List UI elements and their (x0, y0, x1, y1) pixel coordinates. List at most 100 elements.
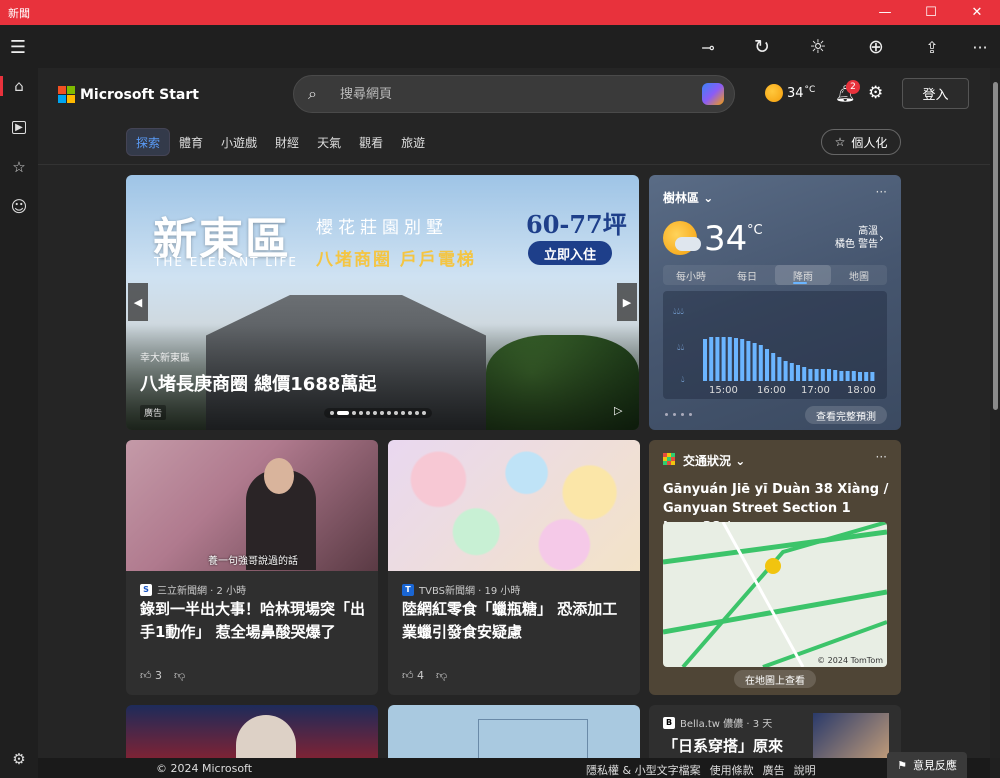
source-logo-icon: S (140, 583, 152, 596)
footer-link-0[interactable]: 隱私權 & 小型文字檔案 (586, 762, 701, 778)
rain-bars (703, 337, 875, 381)
divider (38, 164, 990, 165)
dislike-button[interactable]: 👎︎ (436, 669, 447, 682)
weather-tab-1[interactable]: 每日 (719, 265, 775, 285)
traffic-title[interactable]: 交通狀況 ⌄ (683, 452, 745, 469)
news-headline[interactable]: 陸網紅零食「蠟瓶糖」 恐添加工業蠟引發食安疑慮 (402, 598, 628, 644)
carousel-dot[interactable] (373, 411, 377, 415)
weather-pager[interactable] (665, 413, 692, 416)
close-button[interactable]: ✕ (954, 0, 1000, 25)
sidebar-item-emoji[interactable]: ☺ (0, 188, 38, 224)
scrollbar[interactable] (990, 68, 1000, 758)
carousel-dot[interactable] (366, 411, 370, 415)
nav-item-5[interactable]: 觀看 (350, 128, 392, 156)
carousel-dot[interactable] (337, 411, 349, 415)
rain-bar (777, 357, 782, 381)
like-button[interactable]: 👍︎ 4 (402, 669, 424, 682)
microsoft-start-logo[interactable]: Microsoft Start (58, 86, 199, 103)
weather-tab-0[interactable]: 每小時 (663, 265, 719, 285)
weather-location[interactable]: 樹林區 ⌄ (663, 189, 713, 206)
nav-item-3[interactable]: 財經 (266, 128, 308, 156)
weather-unit: °C (747, 223, 763, 238)
like-button[interactable]: 👍︎ 3 (140, 669, 162, 682)
view-on-map-button[interactable]: 在地圖上查看 (734, 670, 816, 688)
carousel-dot[interactable] (380, 411, 384, 415)
weather-more-icon[interactable]: ··· (876, 185, 887, 199)
globe-icon[interactable]: ⊕ (862, 33, 890, 61)
nav-item-1[interactable]: 體育 (170, 128, 212, 156)
carousel-dot[interactable] (394, 411, 398, 415)
title-bar: 新聞 — ☐ ✕ (0, 0, 1000, 25)
feedback-button[interactable]: ⚑ 意見反應 (887, 752, 967, 778)
carousel-dot[interactable] (359, 411, 363, 415)
sidebar-item-settings[interactable]: ⚙ (0, 741, 38, 777)
ad-cta-button[interactable]: 立即入住 (528, 241, 612, 265)
news-card[interactable]: 養一句強哥說過的話 S 三立新聞網 · 2 小時 錄到一半出大事！哈林現場突「出… (126, 440, 378, 695)
alert-line2: 橘色 警告 (835, 239, 879, 250)
carousel-dot[interactable] (330, 411, 334, 415)
traffic-card[interactable]: 交通狀況 ⌄ ··· Gānyuán Jiē yī Duàn 38 Xiàng … (649, 440, 901, 695)
login-button[interactable]: 登入 (902, 78, 969, 109)
footer-link-2[interactable]: 廣告 (763, 762, 785, 778)
sidebar-item-favorites[interactable]: ☆ (0, 149, 38, 185)
traffic-map[interactable]: © 2024 TomTom (663, 522, 887, 667)
x-label: 16:00 (757, 385, 786, 396)
sidebar: ⌂ ▶ ☆ ☺ ⚙ (0, 68, 38, 778)
refresh-icon[interactable]: ↻ (748, 33, 776, 61)
dislike-button[interactable]: 👎︎ (174, 669, 185, 682)
traffic-more-icon[interactable]: ··· (876, 450, 887, 464)
menu-icon[interactable]: ☰ (4, 33, 32, 61)
rain-bar (734, 338, 738, 381)
news-card-partial[interactable] (126, 705, 378, 758)
weather-alert[interactable]: 高溫 橘色 警告 (835, 225, 878, 251)
carousel-dot[interactable] (352, 411, 356, 415)
news-card-partial[interactable] (388, 705, 640, 758)
ad-choices-icon[interactable]: ▷ (614, 404, 622, 417)
carousel-dot[interactable] (408, 411, 412, 415)
personalize-button[interactable]: ☆ 個人化 (821, 129, 901, 155)
chevron-right-icon[interactable]: › (879, 231, 884, 245)
search-box[interactable]: ⌕ (293, 75, 735, 113)
search-input[interactable] (340, 86, 680, 102)
footer-link-3[interactable]: 說明 (794, 762, 816, 778)
pin-icon[interactable]: ⊸ (694, 33, 722, 61)
theme-icon[interactable]: ☼ (804, 33, 832, 61)
news-headline[interactable]: 「日系穿搭」原來 (663, 735, 783, 756)
carousel-dots[interactable] (324, 408, 432, 418)
footer-links: 隱私權 & 小型文字檔案 使用條款 廣告 說明 (586, 762, 816, 778)
carousel-dot[interactable] (387, 411, 391, 415)
weather-temp: 34 (704, 219, 748, 259)
weather-card[interactable]: 樹林區 ⌄ ··· 34 °C 高溫 橘色 警告 › 每小時 每日 降雨 地圖 💧︎💧… (649, 175, 901, 430)
weather-tab-3[interactable]: 地圖 (831, 265, 887, 285)
minimize-button[interactable]: — (862, 0, 908, 25)
footer-link-1[interactable]: 使用條款 (710, 762, 754, 778)
carousel-dot[interactable] (415, 411, 419, 415)
share-icon[interactable]: ⇪ (918, 33, 946, 61)
full-forecast-button[interactable]: 查看完整預測 (805, 406, 887, 424)
carousel-next-button[interactable]: ▶ (617, 283, 637, 321)
news-headline[interactable]: 錄到一半出大事！哈林現場突「出手1動作」 惹全場鼻酸哭爆了 (140, 598, 366, 644)
nav-item-2[interactable]: 小遊戲 (212, 128, 266, 156)
news-card[interactable]: T TVBS新聞網 · 19 小時 陸網紅零食「蠟瓶糖」 恐添加工業蠟引發食安疑… (388, 440, 640, 695)
header-weather[interactable]: 34 °C (765, 84, 815, 102)
nav-item-4[interactable]: 天氣 (308, 128, 350, 156)
carousel-dot[interactable] (401, 411, 405, 415)
nav-item-0[interactable]: 探索 (126, 128, 171, 156)
more-icon[interactable]: ··· (966, 33, 994, 61)
sidebar-item-video[interactable]: ▶ (0, 109, 38, 145)
maximize-button[interactable]: ☐ (908, 0, 954, 25)
hero-ad-card[interactable]: 新東區 THE ELEGANT LIFE 櫻花莊園別墅 八堵商圈 戶戶電梯 60… (126, 175, 639, 430)
carousel-prev-button[interactable]: ◀ (128, 283, 148, 321)
hero-headline[interactable]: 八堵長庚商圈 總價1688萬起 (140, 370, 376, 396)
gear-icon[interactable]: ⚙ (868, 83, 883, 103)
scrollbar-thumb[interactable] (993, 82, 998, 410)
carousel-dot[interactable] (422, 411, 426, 415)
nav-item-6[interactable]: 旅遊 (392, 128, 434, 156)
weather-tab-2[interactable]: 降雨 (775, 265, 831, 285)
copilot-icon[interactable] (702, 83, 724, 105)
personalize-label: 個人化 (851, 135, 888, 150)
rain-bar (827, 369, 831, 381)
sidebar-item-home[interactable]: ⌂ (0, 68, 38, 104)
news-card-partial[interactable]: B Bella.tw 儂儂 · 3 天 「日系穿搭」原來 (649, 705, 901, 758)
app-toolbar: ☰ ⊸ ↻ ☼ ⊕ ⇪ ··· (0, 25, 1000, 68)
